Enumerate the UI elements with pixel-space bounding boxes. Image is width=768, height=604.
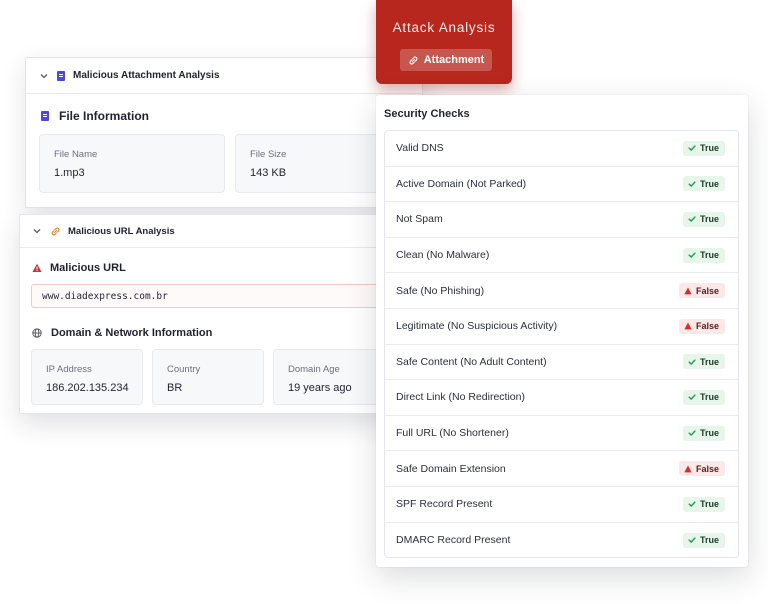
- malicious-url-value: www.diadexpress.com.br: [31, 284, 411, 308]
- status-badge-text: True: [699, 214, 719, 225]
- file-name-label: File Name: [54, 149, 98, 160]
- banner-title: Attack Analysis: [392, 20, 496, 35]
- status-badge-text: True: [699, 392, 719, 403]
- status-badge-true: True: [682, 496, 725, 512]
- security-check-label: DMARC Record Present: [396, 534, 511, 547]
- security-check-row: Direct Link (No Redirection) True: [385, 380, 738, 416]
- security-check-label: Clean (No Malware): [396, 249, 490, 262]
- check-icon: [688, 394, 696, 401]
- chevron-down-icon[interactable]: [38, 70, 50, 82]
- check-icon: [688, 145, 696, 152]
- security-check-row: SPF Record Present True: [385, 487, 738, 523]
- globe-icon: [32, 328, 42, 338]
- warning-icon: [684, 322, 692, 330]
- malicious-url-heading: Malicious URL: [32, 262, 126, 274]
- status-badge-true: True: [682, 425, 725, 441]
- security-check-row: Active Domain (Not Parked) True: [385, 167, 738, 203]
- url-analysis-card: Malicious URL Analysis Malicious URL www…: [19, 214, 423, 414]
- status-badge-false: False: [678, 318, 725, 334]
- status-badge-text: True: [699, 178, 719, 189]
- security-check-label: Legitimate (No Suspicious Activity): [396, 320, 558, 333]
- check-icon: [688, 501, 696, 508]
- status-badge-text: True: [699, 356, 719, 367]
- ip-address-value: 186.202.135.234: [46, 382, 129, 394]
- check-icon: [688, 359, 696, 365]
- status-badge-text: True: [699, 250, 719, 261]
- country-box: Country BR: [152, 349, 264, 405]
- status-badge-false: False: [678, 461, 725, 477]
- warning-icon: [684, 287, 692, 295]
- security-check-label: Valid DNS: [396, 142, 444, 155]
- status-badge-text: False: [695, 321, 719, 332]
- document-icon: [57, 70, 65, 81]
- chevron-down-icon[interactable]: [31, 225, 43, 237]
- security-check-label: Active Domain (Not Parked): [396, 177, 527, 190]
- security-check-label: Safe (No Phishing): [396, 284, 485, 297]
- file-information-heading: File Information: [41, 109, 149, 123]
- domain-network-heading: Domain & Network Information: [32, 327, 212, 339]
- status-badge-true: True: [682, 140, 725, 156]
- status-badge-text: True: [699, 535, 719, 546]
- security-check-label: SPF Record Present: [396, 498, 493, 511]
- status-badge-text: False: [695, 285, 719, 296]
- status-badge-true: True: [682, 532, 725, 548]
- link-icon: [50, 226, 61, 237]
- security-check-row: Safe (No Phishing) False: [385, 273, 738, 309]
- security-check-row: Safe Domain Extension False: [385, 451, 738, 487]
- security-checks-list: Valid DNS True Active Domain (Not Parked) T…: [384, 130, 739, 558]
- status-badge-true: True: [682, 389, 725, 405]
- attachment-card-header[interactable]: Malicious Attachment Analysis: [26, 58, 422, 94]
- url-card-header[interactable]: Malicious URL Analysis: [20, 215, 422, 248]
- security-checks-title: Security Checks: [384, 108, 470, 120]
- ip-address-label: IP Address: [46, 364, 92, 375]
- file-name-value: 1.mp3: [54, 167, 85, 179]
- url-card-title: Malicious URL Analysis: [68, 225, 175, 237]
- status-badge-true: True: [682, 354, 725, 370]
- status-badge-true: True: [682, 176, 725, 192]
- security-check-label: Full URL (No Shortener): [396, 427, 509, 440]
- country-label: Country: [167, 364, 201, 375]
- status-badge-text: False: [695, 463, 719, 474]
- security-check-row: Clean (No Malware) True: [385, 238, 738, 274]
- document-icon: [41, 111, 49, 121]
- file-name-box: File Name 1.mp3: [39, 134, 225, 193]
- attachment-tag-label: Attachment: [423, 54, 485, 66]
- security-check-label: Not Spam: [396, 213, 443, 226]
- status-badge-text: True: [699, 428, 719, 439]
- security-check-row: Valid DNS True: [385, 131, 738, 167]
- security-check-row: Not Spam True: [385, 202, 738, 238]
- check-icon: [688, 216, 696, 223]
- attachment-card-title: Malicious Attachment Analysis: [73, 70, 220, 81]
- security-check-row: Legitimate (No Suspicious Activity) False: [385, 309, 738, 345]
- security-check-row: Safe Content (No Adult Content) True: [385, 345, 738, 381]
- link-icon: [409, 56, 418, 64]
- malicious-url-title: Malicious URL: [50, 262, 126, 274]
- status-badge-false: False: [678, 283, 725, 299]
- status-badge-text: True: [699, 143, 719, 154]
- warning-icon: [32, 263, 42, 273]
- file-information-title: File Information: [59, 109, 149, 123]
- security-check-label: Direct Link (No Redirection): [396, 391, 525, 404]
- security-check-row: Full URL (No Shortener) True: [385, 416, 738, 452]
- attachment-analysis-card: Malicious Attachment Analysis File Infor…: [25, 57, 423, 208]
- check-icon: [688, 181, 696, 187]
- security-checks-panel: Security Checks Valid DNS True Active Doma…: [376, 95, 748, 567]
- security-check-label: Safe Domain Extension: [396, 462, 506, 475]
- check-icon: [688, 537, 696, 544]
- status-badge-text: True: [699, 499, 719, 510]
- security-check-row: DMARC Record Present True: [385, 523, 738, 557]
- check-icon: [688, 252, 696, 258]
- security-check-label: Safe Content (No Adult Content): [396, 355, 547, 368]
- status-badge-true: True: [682, 211, 725, 227]
- status-badge-true: True: [682, 247, 725, 263]
- country-value: BR: [167, 382, 183, 394]
- check-icon: [688, 430, 696, 436]
- attachment-tag[interactable]: Attachment: [400, 49, 492, 71]
- attack-analysis-banner: Attack Analysis Attachment: [376, 0, 512, 84]
- ip-address-box: IP Address 186.202.135.234: [31, 349, 143, 405]
- warning-icon: [684, 465, 692, 473]
- domain-network-title: Domain & Network Information: [51, 327, 213, 339]
